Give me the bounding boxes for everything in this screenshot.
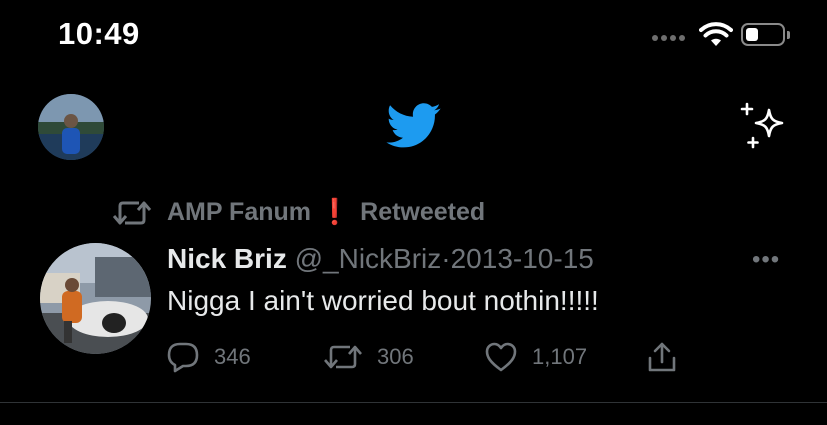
wifi-icon <box>699 22 733 53</box>
battery-nub <box>787 31 790 39</box>
retweeted-label: Retweeted <box>360 198 486 226</box>
tweet-divider <box>0 402 827 403</box>
status-time: 10:49 <box>58 16 140 51</box>
share-button[interactable] <box>646 340 692 374</box>
reply-count: 346 <box>214 344 251 369</box>
retweet-action-icon <box>324 345 362 369</box>
author-avatar[interactable] <box>40 243 151 354</box>
like-count: 1,107 <box>532 344 588 369</box>
more-icon[interactable]: ••• <box>752 246 780 274</box>
reply-icon <box>167 342 199 373</box>
like-icon <box>485 342 517 372</box>
reply-button[interactable]: 346 <box>166 340 251 374</box>
like-button[interactable]: 1,107 <box>484 340 587 374</box>
header-separator: · <box>441 243 451 274</box>
retweet-icon <box>112 199 152 232</box>
twitter-bird-icon[interactable] <box>386 103 442 154</box>
retweeter-badge: ❗ <box>319 198 351 226</box>
share-icon <box>648 342 676 372</box>
author-name[interactable]: Nick Briz <box>167 243 287 274</box>
tweet-header: Nick Briz @_NickBriz·2013-10-15 <box>167 243 594 275</box>
retweet-count: 306 <box>377 344 414 369</box>
author-handle[interactable]: @_NickBriz <box>295 243 442 274</box>
retweet-button[interactable]: 306 <box>323 340 414 374</box>
retweeter-name[interactable]: AMP Fanum <box>167 198 311 226</box>
signal-icon <box>652 35 692 45</box>
tweet-date[interactable]: 2013-10-15 <box>451 243 594 274</box>
sparkle-icon[interactable] <box>738 102 790 155</box>
profile-avatar-button[interactable] <box>38 94 104 160</box>
battery-icon <box>741 23 785 46</box>
tweet-text: Nigga I ain't worried bout nothin!!!!! <box>167 285 599 316</box>
retweet-context[interactable]: AMP Fanum ❗ Retweeted <box>167 198 485 227</box>
